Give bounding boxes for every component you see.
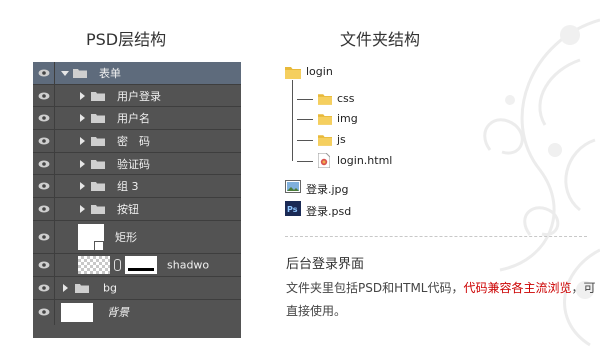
folder-icon: [285, 67, 301, 79]
collapsed-arrow-icon[interactable]: [63, 283, 68, 292]
layer-label: 按钮: [117, 202, 139, 216]
file-login-html[interactable]: login.html: [337, 154, 392, 167]
folder-icon: [91, 136, 105, 146]
layer-label: 矩形: [115, 231, 137, 245]
folder-structure-heading: 文件夹结构: [340, 30, 421, 49]
tree-branch-line: [297, 99, 313, 100]
folder-icon: [318, 114, 332, 125]
layer-shadow-masked[interactable]: shadwo: [33, 254, 241, 277]
layer-bg-group[interactable]: bg: [33, 277, 241, 300]
folder-icon: [91, 159, 105, 169]
eye-icon[interactable]: [38, 308, 50, 316]
folder-img[interactable]: img: [337, 112, 358, 125]
layer-rectangle-shape[interactable]: 矩形: [33, 220, 241, 255]
folder-tree: login css img js login.html 登录.jpg Ps 登录…: [285, 60, 405, 220]
psd-layers-panel: 表单 用户登录 用户名 密 码 验证码 组 3 按钮 矩形 shadwo bg …: [33, 62, 241, 338]
folder-root-login[interactable]: login: [306, 65, 333, 78]
image-file-icon: [285, 180, 301, 193]
eye-icon[interactable]: [38, 137, 50, 145]
folder-icon: [91, 114, 105, 124]
layer-captcha-group[interactable]: 验证码: [33, 152, 241, 176]
layer-group-3[interactable]: 组 3: [33, 175, 241, 199]
layer-label: 表单: [99, 66, 121, 80]
folder-css[interactable]: css: [337, 92, 355, 105]
shape-layer-icon: [94, 240, 104, 251]
layer-user-login-group[interactable]: 用户登录: [33, 84, 241, 108]
eye-icon[interactable]: [38, 284, 50, 292]
collapsed-arrow-icon[interactable]: [80, 182, 85, 191]
layer-label: shadwo: [167, 258, 210, 272]
eye-icon[interactable]: [38, 114, 50, 122]
eye-icon[interactable]: [38, 205, 50, 213]
tree-connector-line: [292, 80, 293, 161]
collapsed-arrow-icon[interactable]: [80, 159, 85, 168]
layer-button-group[interactable]: 按钮: [33, 198, 241, 221]
eye-icon[interactable]: [38, 182, 50, 190]
folder-icon: [91, 204, 105, 214]
layer-label: bg: [103, 281, 117, 295]
html-file-icon: [318, 153, 330, 168]
layer-form-group[interactable]: 表单: [33, 62, 241, 85]
collapsed-arrow-icon[interactable]: [80, 114, 85, 123]
file-login-jpg[interactable]: 登录.jpg: [306, 181, 349, 197]
info-text-before: 文件夹里包括PSD和HTML代码，: [286, 281, 464, 295]
layer-label: 背景: [107, 306, 129, 320]
transparent-layer-thumbnail: [78, 256, 110, 275]
folder-icon: [91, 91, 105, 101]
eye-icon[interactable]: [38, 160, 50, 168]
eye-icon[interactable]: [38, 261, 50, 269]
info-title: 后台登录界面: [286, 257, 365, 272]
collapsed-arrow-icon[interactable]: [80, 204, 85, 213]
psd-structure-heading: PSD层结构: [86, 30, 167, 49]
layer-username-group[interactable]: 用户名: [33, 107, 241, 131]
layer-label: 用户登录: [117, 89, 161, 103]
info-description: 文件夹里包括PSD和HTML代码，代码兼容各主流浏览，可直接使用。: [286, 277, 596, 323]
layer-background[interactable]: 背景: [33, 299, 241, 325]
folder-icon: [73, 68, 87, 78]
expanded-arrow-icon[interactable]: [61, 70, 69, 76]
collapsed-arrow-icon[interactable]: [80, 91, 85, 100]
folder-icon: [318, 94, 332, 105]
layer-password-group[interactable]: 密 码: [33, 130, 241, 153]
psd-file-icon: Ps: [285, 201, 301, 216]
layer-label: 验证码: [117, 157, 150, 171]
eye-icon[interactable]: [38, 92, 50, 100]
layer-label: 组 3: [117, 180, 139, 194]
folder-icon: [318, 135, 332, 146]
eye-icon[interactable]: [38, 69, 50, 77]
folder-js[interactable]: js: [337, 133, 346, 146]
eye-icon[interactable]: [38, 233, 50, 241]
tree-branch-line: [297, 140, 313, 141]
section-divider: [285, 236, 587, 237]
layer-thumbnail: [61, 302, 93, 322]
folder-icon: [75, 283, 89, 293]
file-login-psd[interactable]: 登录.psd: [306, 203, 351, 219]
tree-branch-line: [297, 161, 313, 162]
layer-label: 密 码: [117, 134, 150, 148]
layer-mask-thumbnail[interactable]: [125, 256, 157, 275]
layer-label: 用户名: [117, 112, 150, 126]
svg-text:Ps: Ps: [287, 205, 298, 214]
tree-branch-line: [297, 119, 313, 120]
collapsed-arrow-icon[interactable]: [80, 136, 85, 145]
mask-link-icon[interactable]: [114, 259, 121, 272]
info-text-highlight: 代码兼容各主流浏览: [463, 281, 572, 295]
folder-icon: [91, 182, 105, 192]
